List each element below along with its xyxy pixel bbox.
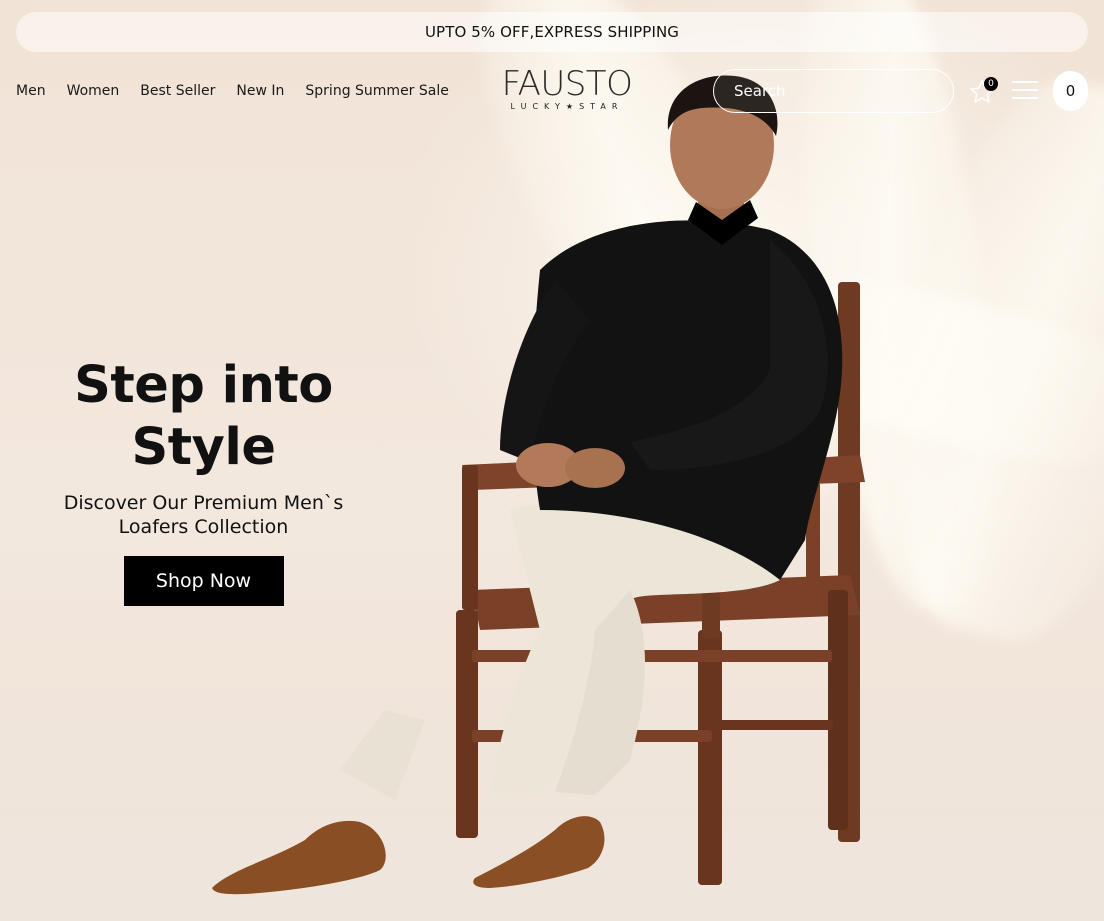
logo-wordmark: FAUSTO — [501, 64, 633, 104]
brand-logo[interactable]: FAUSTO LUCKY★STAR — [492, 66, 642, 116]
cart-count: 0 — [1065, 82, 1076, 100]
wishlist-count-badge: 0 — [984, 77, 998, 91]
nav-item-best-seller[interactable]: Best Seller — [140, 83, 215, 99]
shop-now-button[interactable]: Shop Now — [123, 556, 284, 606]
nav-item-men[interactable]: Men — [16, 83, 46, 99]
search-input[interactable] — [713, 69, 954, 113]
nav-item-new-in[interactable]: New In — [236, 83, 284, 99]
main-nav: Men Women Best Seller New In Spring Summ… — [16, 80, 470, 102]
logo-tagline: LUCKY★STAR — [510, 102, 624, 111]
hero-title: Step into Style — [74, 356, 333, 477]
hero-copy: Step into Style Discover Our Premium Men… — [16, 355, 391, 606]
promo-bar: UPTO 5% OFF,EXPRESS SHIPPING — [16, 12, 1088, 52]
hamburger-icon[interactable] — [1012, 81, 1038, 101]
cart-button[interactable]: 0 — [1053, 71, 1088, 111]
nav-item-spring-summer-sale[interactable]: Spring Summer Sale — [305, 83, 448, 99]
nav-item-women[interactable]: Women — [67, 83, 120, 99]
promo-text: UPTO 5% OFF,EXPRESS SHIPPING — [424, 23, 680, 41]
hero-subtitle: Discover Our Premium Men`s Loafers Colle… — [63, 492, 344, 538]
